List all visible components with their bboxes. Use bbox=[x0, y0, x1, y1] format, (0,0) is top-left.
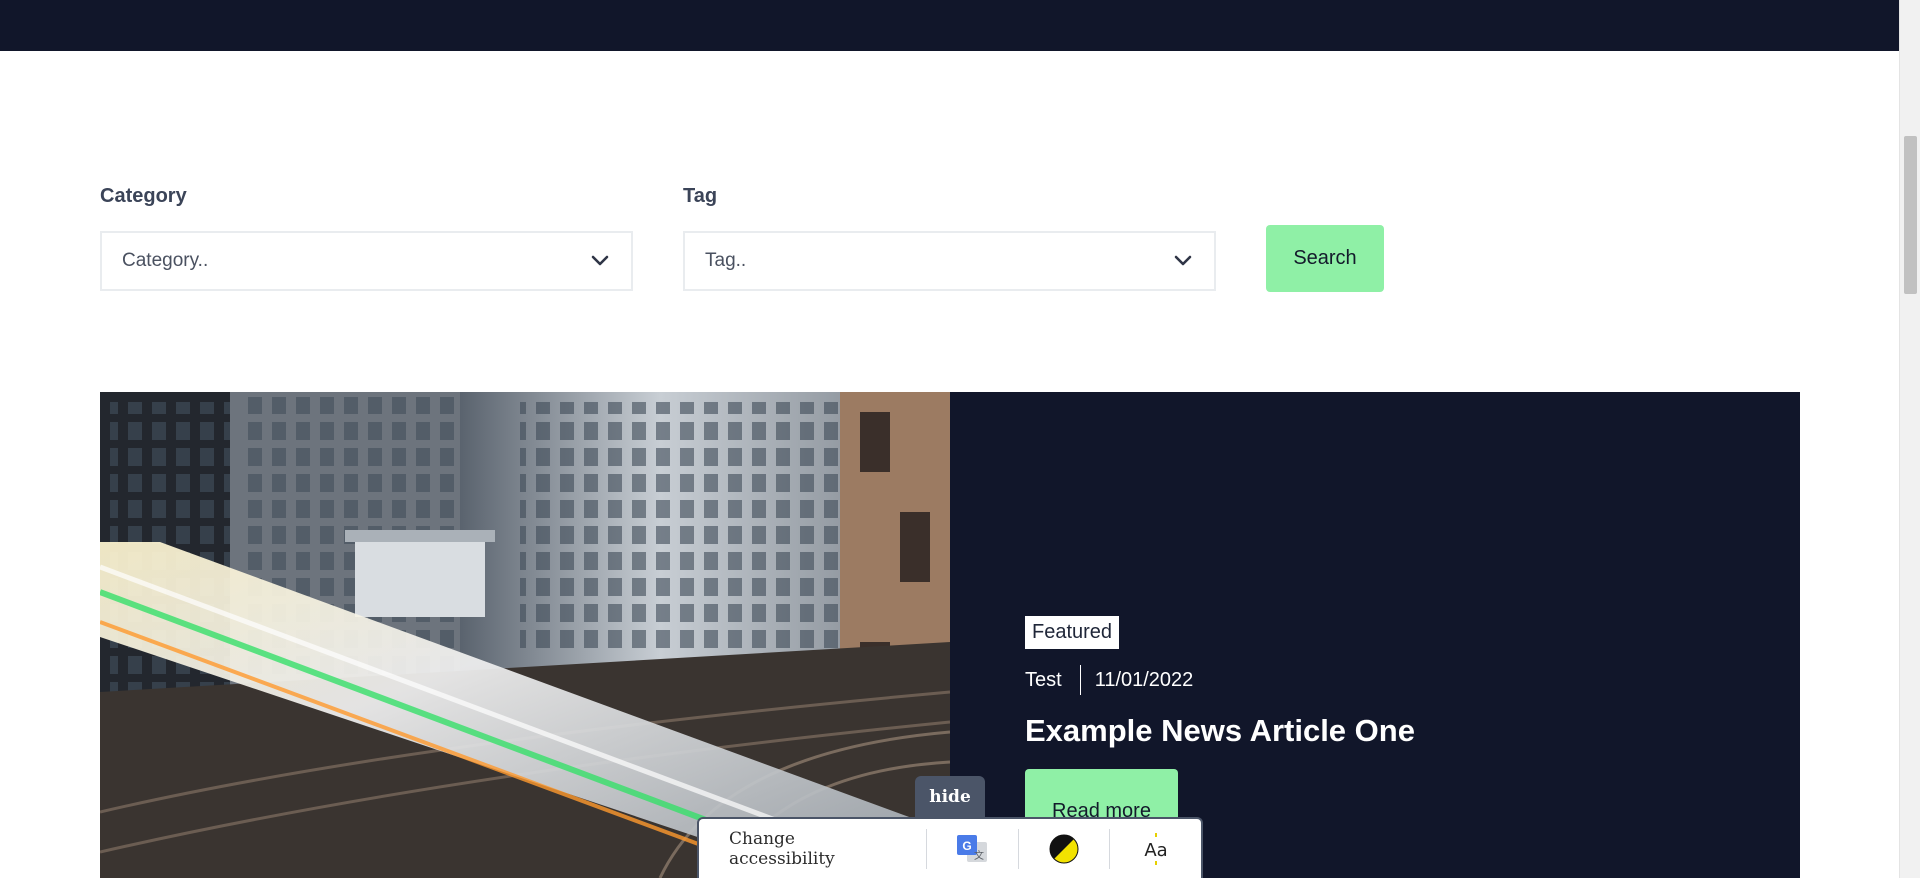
featured-badge: Featured bbox=[1025, 616, 1120, 649]
change-accessibility-label: Change accessibility bbox=[699, 828, 927, 869]
article-category[interactable]: Test bbox=[1025, 669, 1062, 692]
chevron-down-icon bbox=[589, 250, 611, 272]
article-title[interactable]: Example News Article One bbox=[1025, 713, 1415, 749]
category-label: Category bbox=[100, 185, 187, 207]
font-size-icon: Aa bbox=[1144, 832, 1167, 865]
scrollbar-thumb[interactable] bbox=[1904, 136, 1917, 294]
page-scrollbar[interactable] bbox=[1899, 0, 1920, 878]
chevron-down-icon bbox=[1172, 250, 1194, 272]
article-content: Featured Test 11/01/2022 Example News Ar… bbox=[1025, 616, 1415, 835]
category-select[interactable]: Category.. bbox=[100, 231, 633, 291]
tag-select-value: Tag.. bbox=[705, 250, 747, 271]
tag-select[interactable]: Tag.. bbox=[683, 231, 1216, 291]
google-translate-icon: G 文 bbox=[957, 834, 988, 862]
train-city-photo-icon bbox=[100, 392, 950, 878]
contrast-icon bbox=[1049, 834, 1079, 863]
accessibility-toolbar: Change accessibility G 文 Aa bbox=[697, 817, 1203, 878]
google-translate-button[interactable]: G 文 bbox=[927, 828, 1019, 869]
article-meta: Test 11/01/2022 bbox=[1025, 665, 1415, 695]
accessibility-hide-button[interactable]: hide bbox=[915, 776, 985, 818]
svg-text:文: 文 bbox=[974, 849, 984, 862]
svg-text:G: G bbox=[963, 839, 972, 853]
svg-text:Aa: Aa bbox=[1144, 840, 1167, 861]
contrast-button[interactable] bbox=[1019, 828, 1111, 869]
meta-divider bbox=[1079, 665, 1081, 695]
article-image[interactable] bbox=[100, 392, 950, 878]
search-button[interactable]: Search bbox=[1266, 225, 1384, 292]
category-select-value: Category.. bbox=[122, 250, 209, 271]
tag-label: Tag bbox=[683, 185, 718, 207]
article-date: 11/01/2022 bbox=[1094, 668, 1194, 691]
font-size-button[interactable]: Aa bbox=[1110, 829, 1201, 869]
top-navigation-bar bbox=[0, 0, 1899, 51]
